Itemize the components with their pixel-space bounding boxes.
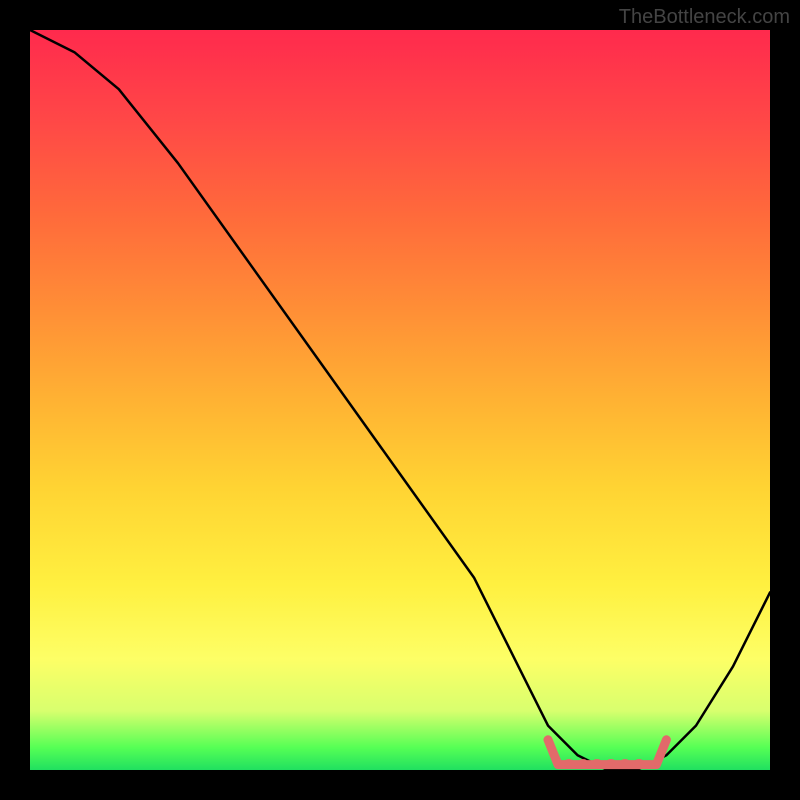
chart-frame: TheBottleneck.com [0,0,800,800]
bottleneck-curve [30,30,770,770]
watermark-text: TheBottleneck.com [619,6,790,29]
gradient-plot-area [30,30,770,770]
curve-layer [30,30,770,770]
